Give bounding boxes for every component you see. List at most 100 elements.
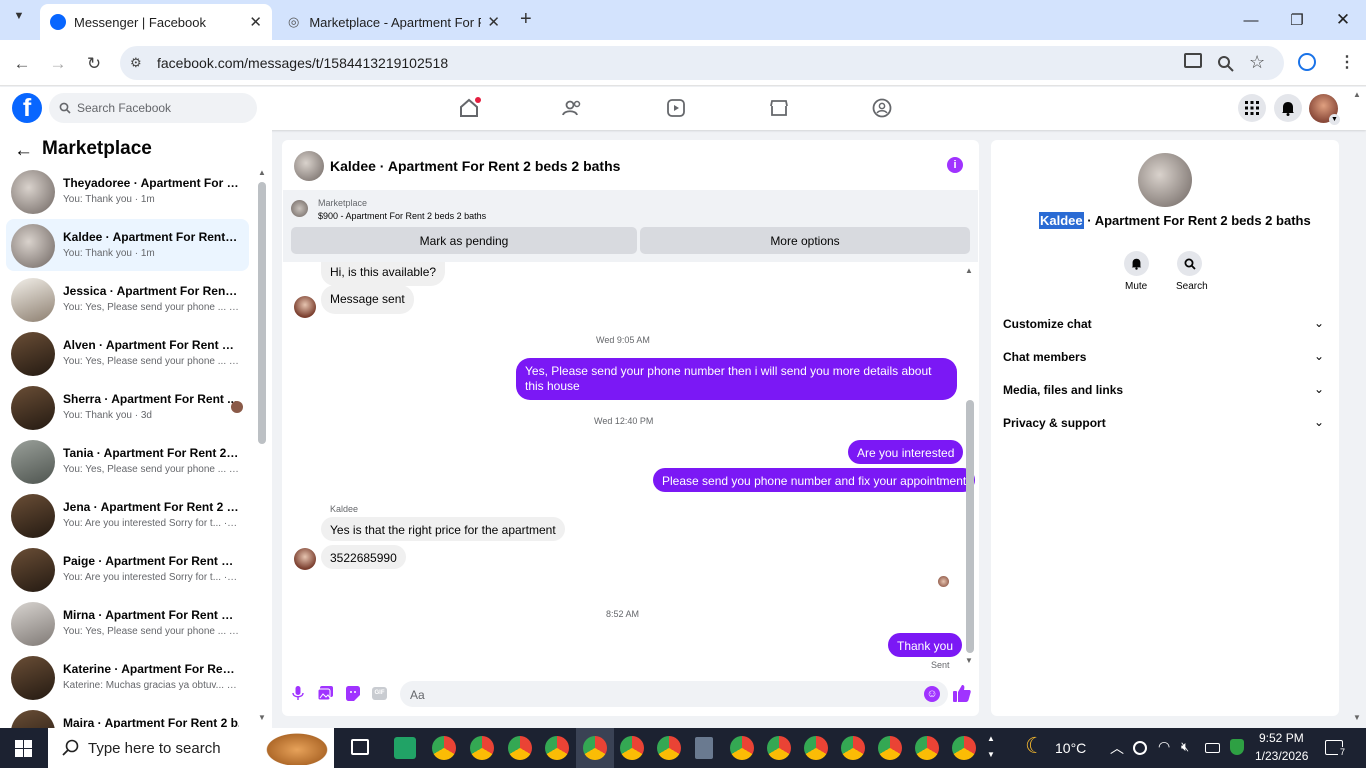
taskbar-scroll-icon[interactable]: ▲ ▼ bbox=[987, 731, 995, 763]
account-chevron-icon[interactable]: ▼ bbox=[1329, 114, 1340, 125]
message-input[interactable]: Aa bbox=[400, 681, 948, 707]
conversation-item[interactable]: Tania · Apartment For Rent 2 be... You: … bbox=[6, 435, 249, 487]
new-tab-icon[interactable]: + bbox=[520, 8, 532, 31]
chat-avatar[interactable] bbox=[294, 151, 324, 181]
chrome-app-icon[interactable] bbox=[657, 736, 681, 760]
chrome-app-icon[interactable] bbox=[620, 736, 644, 760]
search-conversation-button[interactable] bbox=[1177, 251, 1202, 276]
chrome-app-icon[interactable] bbox=[952, 736, 976, 760]
zoom-icon[interactable] bbox=[1217, 55, 1234, 72]
conversation-item[interactable]: Maira · Apartment For Rent 2 b... bbox=[6, 705, 249, 728]
site-info-icon[interactable]: ⚙ bbox=[130, 55, 142, 71]
info-avatar[interactable] bbox=[1138, 153, 1192, 207]
forward-icon[interactable]: → bbox=[46, 52, 70, 76]
chat-scroll-up-arrow[interactable]: ▲ bbox=[965, 266, 973, 275]
bookmark-star-icon[interactable]: ☆ bbox=[1249, 52, 1265, 73]
weather-temperature[interactable]: 10°C bbox=[1055, 740, 1086, 756]
chrome-app-icon[interactable] bbox=[508, 736, 532, 760]
chat-members-section[interactable]: Chat members bbox=[1003, 350, 1086, 364]
restore-icon[interactable]: ❐ bbox=[1274, 0, 1320, 40]
volume-muted-icon[interactable]: 🔇︎ bbox=[1181, 739, 1189, 755]
sticker-icon[interactable] bbox=[345, 686, 360, 701]
thumbs-up-icon[interactable] bbox=[953, 684, 971, 702]
chrome-app-icon[interactable] bbox=[432, 736, 456, 760]
install-app-icon[interactable] bbox=[1184, 53, 1202, 68]
emoji-icon[interactable]: ☺ bbox=[924, 686, 940, 702]
incoming-message[interactable]: Yes is that the right price for the apar… bbox=[321, 517, 565, 541]
show-hidden-icons[interactable]: ︿ bbox=[1110, 738, 1124, 758]
chrome-app-icon[interactable] bbox=[804, 736, 828, 760]
back-icon[interactable]: ← bbox=[10, 52, 34, 76]
notifications-bell-icon[interactable] bbox=[1274, 94, 1302, 122]
chrome-app-icon[interactable] bbox=[545, 736, 569, 760]
page-scroll-up-arrow[interactable]: ▲ bbox=[1353, 90, 1361, 99]
sidebar-scrollbar[interactable] bbox=[258, 182, 266, 444]
more-options-button[interactable]: More options bbox=[640, 227, 970, 254]
close-tab-icon[interactable]: ✕ bbox=[487, 13, 500, 31]
conversation-item[interactable]: Paige · Apartment For Rent 2 b... You: A… bbox=[6, 543, 249, 595]
marketplace-icon[interactable] bbox=[766, 96, 792, 120]
conversation-info-icon[interactable]: i bbox=[947, 157, 963, 173]
conversation-item[interactable]: Katerine · Apartment For Rent 2... Kater… bbox=[6, 651, 249, 703]
chat-scroll-down-arrow[interactable]: ▼ bbox=[965, 656, 973, 665]
outgoing-message[interactable]: Are you interested bbox=[848, 440, 964, 464]
conversation-item[interactable]: Theyadoree · Apartment For Re... You: Th… bbox=[6, 165, 249, 217]
listing-thumbnail[interactable] bbox=[291, 200, 308, 217]
incoming-message[interactable]: Hi, is this available? bbox=[321, 262, 446, 286]
url-text[interactable]: facebook.com/messages/t/1584413219102518 bbox=[157, 55, 448, 71]
conversation-item[interactable]: Jessica · Apartment For Rent 2 ... You: … bbox=[6, 273, 249, 325]
scroll-down-arrow[interactable]: ▼ bbox=[258, 713, 266, 722]
outgoing-message[interactable]: Please send you phone number and fix you… bbox=[653, 468, 976, 492]
close-window-icon[interactable]: ✕ bbox=[1320, 0, 1366, 40]
video-icon[interactable] bbox=[663, 96, 689, 120]
chrome-app-icon[interactable] bbox=[841, 736, 865, 760]
chrome-app-icon[interactable] bbox=[730, 736, 754, 760]
tab-messenger[interactable]: Messenger | Facebook ✕ bbox=[40, 4, 272, 40]
chevron-down-icon[interactable]: ⌄ bbox=[1314, 382, 1324, 396]
media-files-links-section[interactable]: Media, files and links bbox=[1003, 383, 1123, 397]
clock-time[interactable]: 9:52 PM bbox=[1259, 731, 1304, 745]
listing-text[interactable]: $900 - Apartment For Rent 2 beds 2 baths bbox=[318, 211, 486, 221]
incoming-message[interactable]: 3522685990 bbox=[321, 545, 406, 569]
outgoing-message[interactable]: Thank you bbox=[888, 633, 963, 657]
chevron-down-icon[interactable]: ⌄ bbox=[1314, 415, 1324, 429]
customize-chat-section[interactable]: Customize chat bbox=[1003, 317, 1092, 331]
chrome-app-icon-active[interactable] bbox=[583, 736, 607, 760]
facebook-search-input[interactable]: Search Facebook bbox=[49, 93, 257, 123]
conversation-item[interactable]: Alven · Apartment For Rent 2 b... You: Y… bbox=[6, 327, 249, 379]
friends-icon[interactable] bbox=[559, 96, 585, 120]
mute-button[interactable] bbox=[1124, 251, 1149, 276]
security-shield-icon[interactable] bbox=[1230, 739, 1244, 755]
microphone-icon[interactable] bbox=[292, 686, 304, 701]
chrome-app-icon[interactable] bbox=[767, 736, 791, 760]
conversation-item-selected[interactable]: Kaldee · Apartment For Rent 2 ... You: T… bbox=[6, 219, 249, 271]
record-icon[interactable] bbox=[1133, 741, 1147, 755]
task-view-icon[interactable] bbox=[351, 739, 369, 755]
photo-icon[interactable] bbox=[318, 686, 333, 700]
groups-icon[interactable] bbox=[869, 96, 895, 120]
conversation-item[interactable]: Mirna · Apartment For Rent 2 b... You: Y… bbox=[6, 597, 249, 649]
back-arrow-icon[interactable]: ← bbox=[14, 140, 33, 162]
menu-grid-icon[interactable] bbox=[1238, 94, 1266, 122]
privacy-support-section[interactable]: Privacy & support bbox=[1003, 416, 1106, 430]
tab-marketplace[interactable]: ◎ Marketplace - Apartment For Re... ✕ bbox=[278, 4, 510, 40]
chevron-down-icon[interactable]: ⌄ bbox=[1314, 349, 1324, 363]
minimize-icon[interactable]: — bbox=[1228, 0, 1274, 40]
profile-icon[interactable] bbox=[1298, 53, 1316, 71]
incoming-message[interactable]: Message sent bbox=[321, 285, 414, 314]
chrome-app-icon[interactable] bbox=[878, 736, 902, 760]
page-scroll-down-arrow[interactable]: ▼ bbox=[1353, 713, 1361, 722]
conversation-item[interactable]: Sherra · Apartment For Rent ... You: Tha… bbox=[6, 381, 249, 433]
weather-moon-icon[interactable]: ☾ bbox=[1025, 733, 1045, 759]
excel-app-icon[interactable] bbox=[394, 737, 416, 759]
gif-icon[interactable]: GIF bbox=[372, 687, 387, 700]
clock-date[interactable]: 1/23/2026 bbox=[1255, 749, 1308, 763]
browser-menu-icon[interactable]: ⋮ bbox=[1339, 52, 1355, 72]
chat-scrollbar[interactable] bbox=[966, 400, 974, 653]
battery-icon[interactable] bbox=[1205, 743, 1220, 753]
tab-search-button[interactable]: ▼ bbox=[8, 10, 30, 30]
facebook-logo-icon[interactable]: f bbox=[12, 93, 42, 123]
calculator-app-icon[interactable] bbox=[695, 737, 713, 759]
mark-as-pending-button[interactable]: Mark as pending bbox=[291, 227, 637, 254]
chat-title[interactable]: Kaldee · Apartment For Rent 2 beds 2 bat… bbox=[330, 158, 620, 174]
